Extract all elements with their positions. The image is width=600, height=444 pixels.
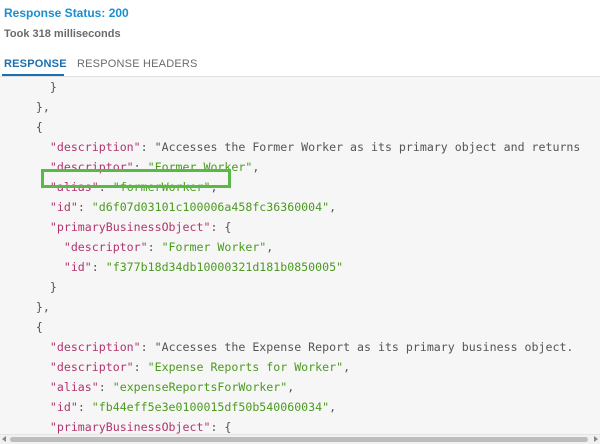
json-line: } [8,80,57,94]
json-line: "description": "Accesses the Expense Rep… [49,340,574,354]
response-time: Took 318 milliseconds [4,28,121,40]
response-status: Response Status: 200 [4,6,129,20]
json-line: { [8,120,43,134]
active-tab-indicator [2,74,64,76]
json-line: } [8,280,57,294]
json-line: "descriptor": "Former Worker", [63,240,274,254]
highlight-box [41,169,231,188]
json-line: "description": "Accesses the Former Work… [49,140,581,154]
json-line: }, [8,300,50,314]
json-viewer[interactable]: } }, { "description": "Accesses the Form… [0,77,600,434]
json-line: { [8,320,43,334]
json-line: }, [8,100,50,114]
scroll-left-icon[interactable] [2,436,6,442]
response-tabs: RESPONSE RESPONSE HEADERS [0,52,600,77]
json-line: "id": "d6f07d03101c100006a458fc36360004"… [49,200,337,214]
tab-response-headers[interactable]: RESPONSE HEADERS [77,58,198,70]
json-line: "id": "fb44eff5e3e0100015df50b540060034"… [49,400,337,414]
json-line: "descriptor": "Expense Reports for Worke… [49,360,351,374]
tab-response[interactable]: RESPONSE [4,58,67,70]
scrollbar-thumb[interactable] [10,437,588,442]
json-line: "alias": "expenseReportsForWorker", [49,380,295,394]
scroll-right-icon[interactable] [594,436,598,442]
json-line: "primaryBusinessObject": { [49,220,232,234]
json-line: "primaryBusinessObject": { [49,420,232,434]
json-line: "id": "f377b18d34db10000321d181b0850005" [63,260,344,274]
